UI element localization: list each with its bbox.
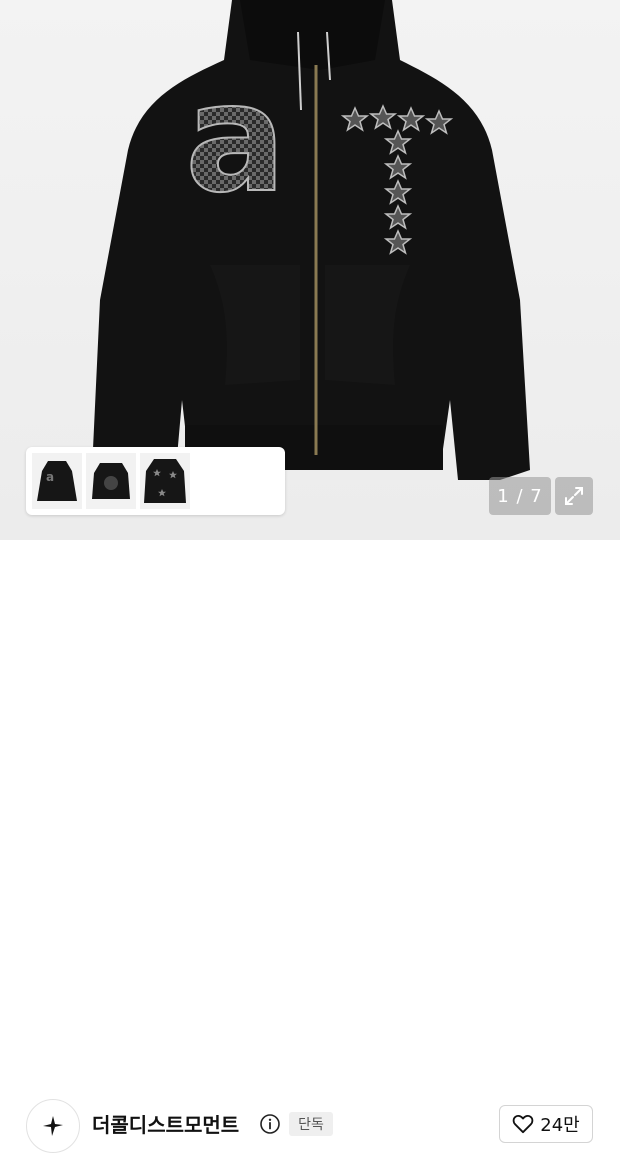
- thumbnail-3[interactable]: [140, 453, 190, 509]
- svg-text:a: a: [185, 52, 286, 226]
- brand-bar: 더콜디스트모먼트 단독 24만: [0, 540, 620, 1153]
- product-image-gallery[interactable]: a a 1 / 7: [0, 0, 620, 540]
- heart-outline-icon: [512, 1114, 534, 1134]
- image-counter: 1 / 7: [489, 477, 551, 515]
- brand-name[interactable]: 더콜디스트모먼트: [92, 1109, 239, 1138]
- thumbnail-strip: a: [26, 447, 285, 515]
- brand-logo[interactable]: [26, 1099, 80, 1153]
- thumbnail-2[interactable]: [86, 453, 136, 509]
- svg-text:a: a: [46, 470, 54, 484]
- like-count: 24만: [540, 1115, 580, 1136]
- expand-arrows-icon: [565, 487, 583, 505]
- like-button[interactable]: 24만: [499, 1105, 593, 1143]
- expand-button[interactable]: [555, 477, 593, 515]
- star-logo-icon: [43, 1116, 63, 1136]
- info-icon[interactable]: [259, 1113, 281, 1135]
- exclusive-badge: 단독: [289, 1112, 333, 1136]
- thumbnail-1[interactable]: a: [32, 453, 82, 509]
